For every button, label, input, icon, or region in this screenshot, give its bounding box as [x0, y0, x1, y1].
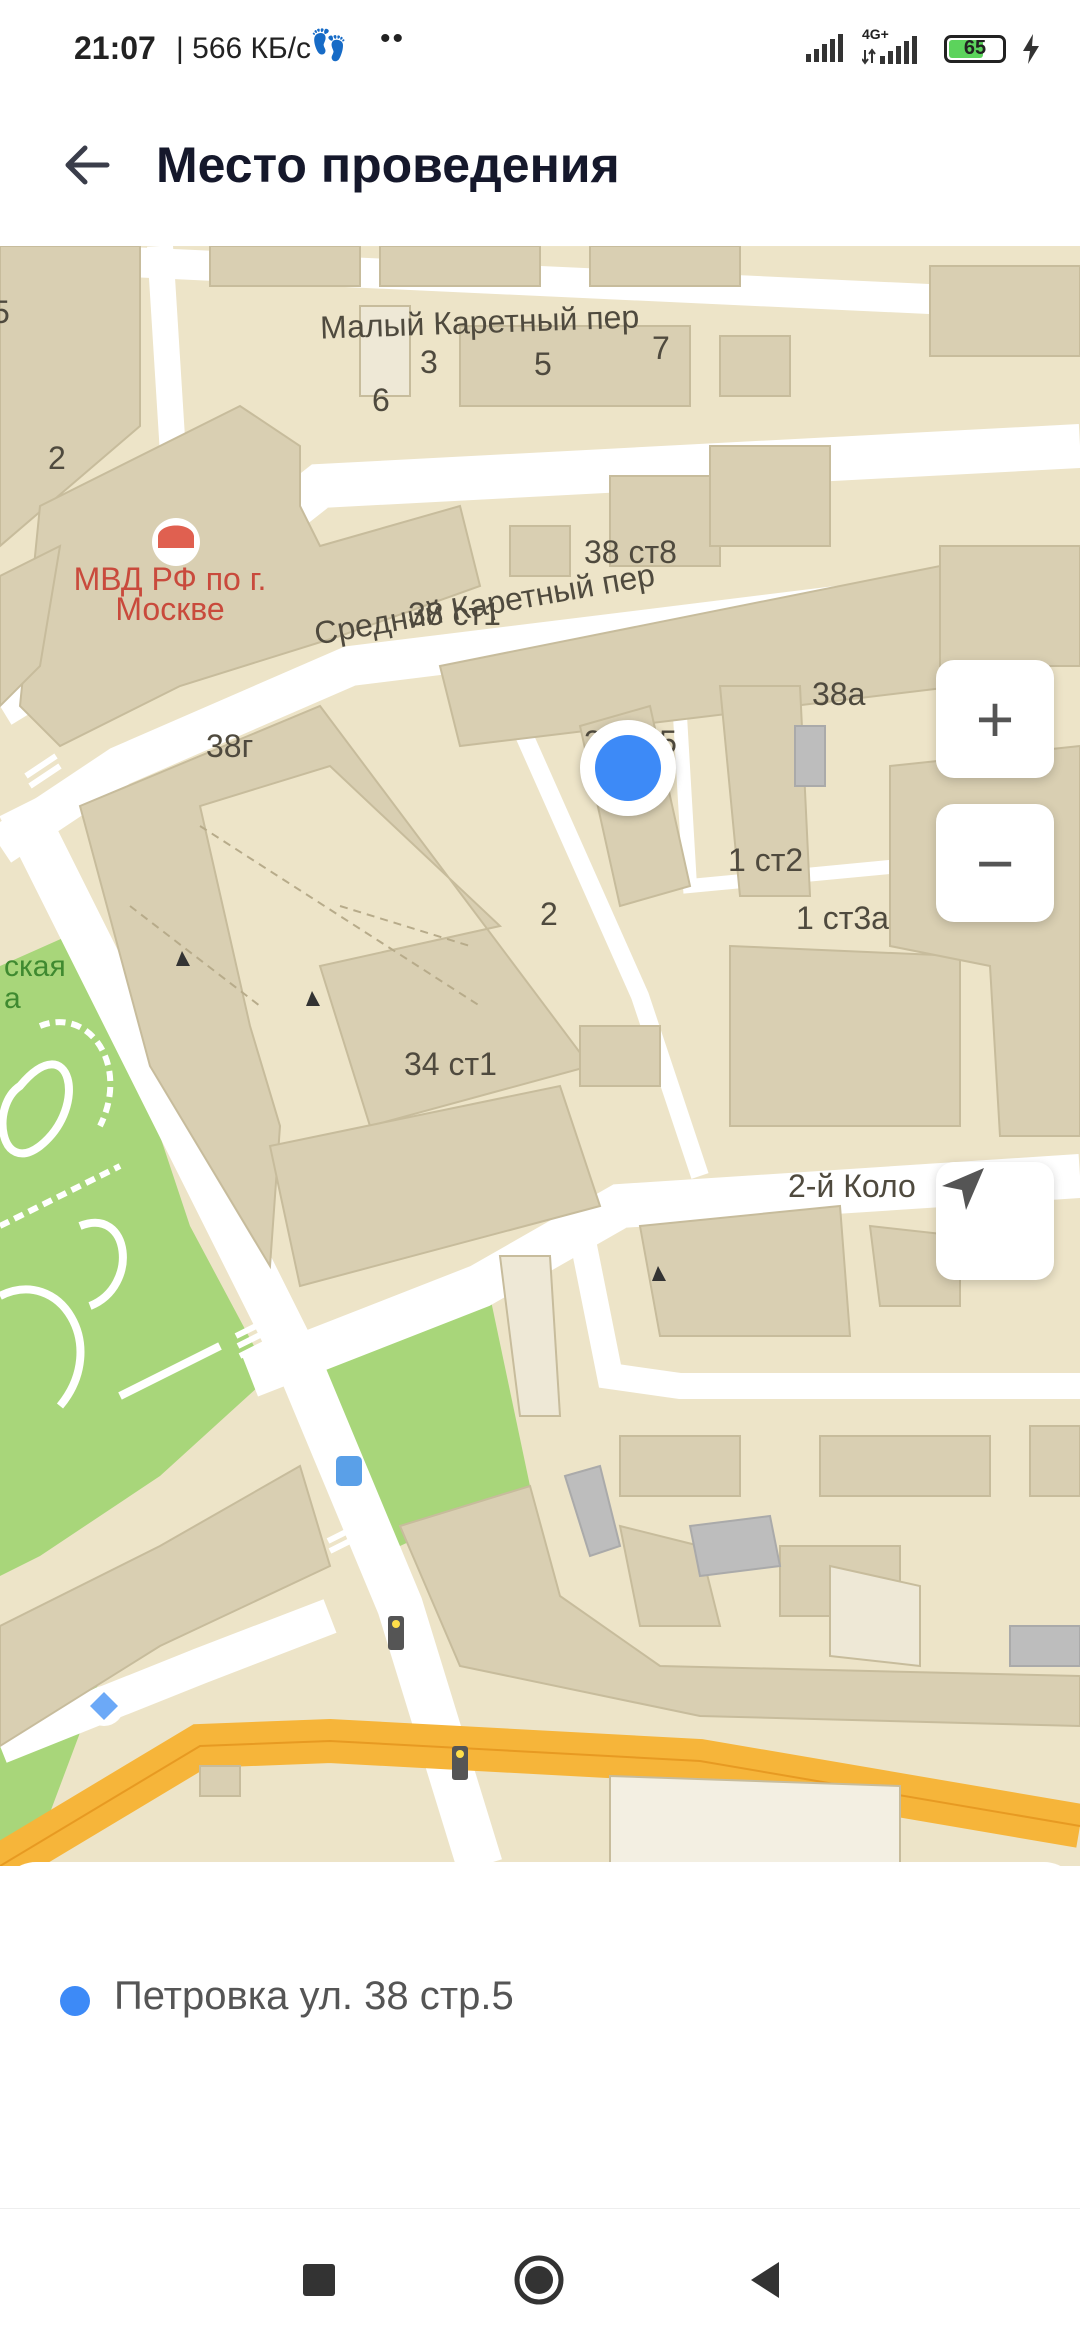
- building: [709, 445, 831, 547]
- building-number: 2: [540, 896, 558, 932]
- building-number: 6: [372, 382, 390, 418]
- battery-icon: 65: [944, 35, 1006, 63]
- building-number: 1 ст3а: [796, 900, 889, 936]
- gray-structure: [563, 1464, 622, 1558]
- building: [829, 1564, 921, 1668]
- building: [1029, 1425, 1080, 1497]
- address-text: Петровка ул. 38 стр.5: [114, 1974, 514, 2018]
- zoom-in-button[interactable]: +: [936, 660, 1054, 778]
- building: [939, 545, 1080, 667]
- battery-percent: 65: [963, 37, 987, 59]
- triangle-back-icon: [751, 2262, 779, 2298]
- building: [929, 265, 1080, 357]
- map-view[interactable]: Малый Каретный пер Средний Каретный пер …: [0, 246, 1080, 1866]
- building-number: 3: [420, 344, 438, 380]
- building: [379, 246, 541, 287]
- gray-structure: [688, 1514, 782, 1578]
- park-label: а: [4, 982, 21, 1015]
- building: [638, 1204, 852, 1337]
- circle-icon: [514, 2255, 564, 2305]
- my-location-button[interactable]: [936, 1162, 1054, 1280]
- home-button[interactable]: [504, 2245, 574, 2315]
- back-button[interactable]: [52, 130, 122, 200]
- recents-button[interactable]: [284, 2245, 354, 2315]
- page-title: Место проведения: [156, 137, 620, 193]
- zoom-out-button[interactable]: −: [936, 804, 1054, 922]
- building-number: 5: [0, 294, 10, 330]
- location-marker[interactable]: [580, 720, 676, 816]
- location-sheet: Петровка ул. 38 стр.5: [0, 1862, 1080, 2208]
- minus-icon: −: [975, 826, 1015, 900]
- building-number: 7: [652, 330, 670, 366]
- building: [579, 1025, 661, 1087]
- status-bar: 21:07 | 566 КБ/с 👣 •• 4G+ 65: [0, 0, 1080, 100]
- charging-icon: [1023, 34, 1039, 64]
- signal-icon: [806, 34, 843, 62]
- address-marker-icon: [60, 1986, 90, 2016]
- building-number: 5: [534, 346, 552, 382]
- status-time: 21:07: [74, 30, 156, 66]
- map-base: [0, 246, 1080, 1866]
- navigation-arrow-icon: [942, 1168, 984, 1210]
- building: [199, 1765, 241, 1797]
- building-number: 38а: [812, 676, 866, 712]
- building-number: 38 ст1: [408, 596, 501, 632]
- square-icon: [303, 2264, 335, 2296]
- main-road: [0, 1718, 1080, 1866]
- gray-structure: [1009, 1625, 1080, 1667]
- building-number: 1 ст2: [728, 842, 804, 878]
- building-number: 2: [48, 440, 66, 476]
- more-dots-icon: ••: [380, 22, 406, 55]
- footsteps-icon: 👣: [310, 29, 348, 62]
- gray-structure: [794, 725, 826, 787]
- street-label-kolobovsky: 2-й Коло: [788, 1168, 916, 1204]
- location-marker-dot: [595, 735, 661, 801]
- building-number: 34 ст1: [404, 1046, 497, 1082]
- status-network-speed: | 566 КБ/с: [176, 32, 312, 65]
- park-label: ская: [4, 950, 66, 983]
- building: [729, 944, 961, 1127]
- building: [589, 246, 741, 287]
- system-nav-bar: [0, 2208, 1080, 2341]
- poi-label-mvd[interactable]: МВД РФ по г. Москве: [60, 563, 280, 625]
- building-number: 38 ст8: [584, 534, 677, 570]
- building: [819, 1435, 991, 1497]
- building: [209, 246, 361, 287]
- building-number: 38г: [206, 728, 254, 764]
- building: [619, 1435, 741, 1497]
- back-nav-button[interactable]: [730, 2245, 800, 2315]
- signal-4g-icon: 4G+: [862, 26, 928, 66]
- arrow-left-icon: [65, 145, 110, 185]
- plus-icon: +: [975, 682, 1015, 756]
- building: [609, 1774, 901, 1866]
- building: [509, 525, 571, 577]
- app-bar: Место проведения: [0, 100, 1080, 246]
- building: [719, 335, 791, 397]
